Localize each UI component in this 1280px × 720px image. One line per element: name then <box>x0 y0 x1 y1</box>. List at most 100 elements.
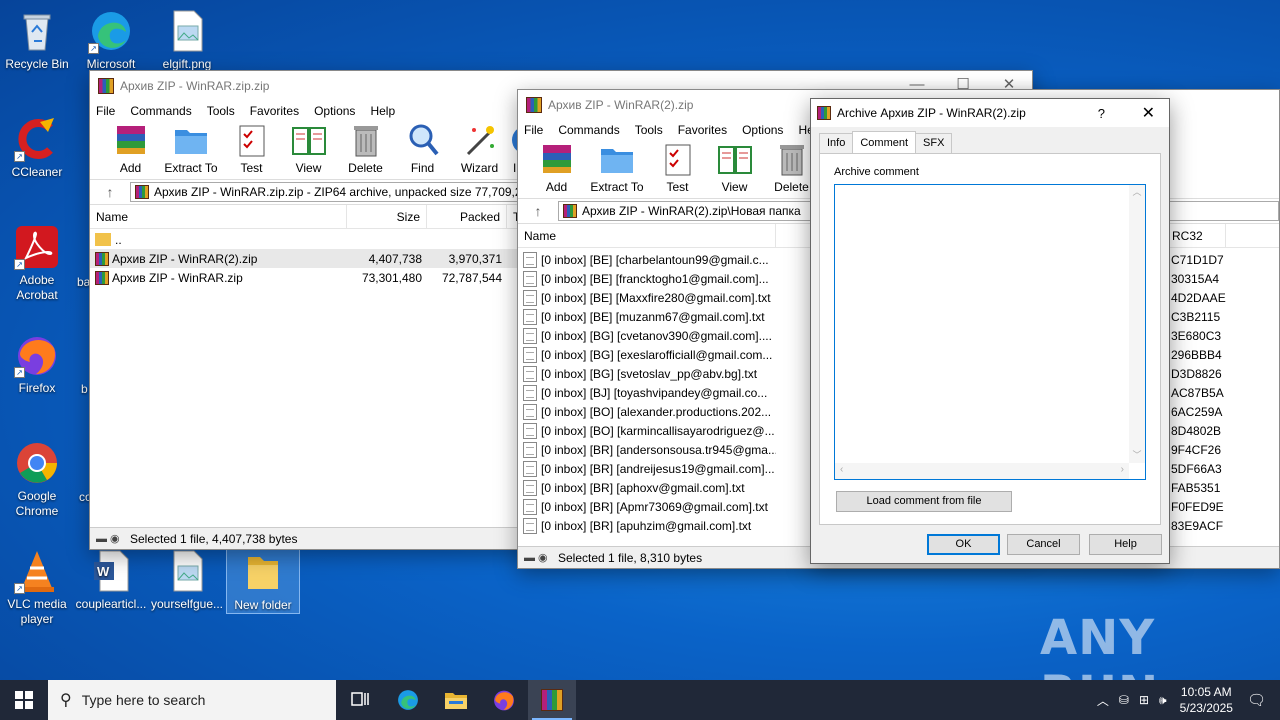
text-file-icon <box>523 251 537 268</box>
menu-favorites[interactable]: Favorites <box>250 104 299 118</box>
scroll-up-icon[interactable]: ︿ <box>1129 185 1145 198</box>
taskbar-winrar[interactable] <box>528 680 576 720</box>
desktop-icon-label: New folder <box>234 598 292 612</box>
menu-options[interactable]: Options <box>742 123 783 137</box>
edge-icon: ↗ <box>88 8 134 54</box>
desktop-icon-new-folder[interactable]: New folder <box>226 548 300 614</box>
firefox-icon: ↗ <box>14 332 60 378</box>
up-arrow-icon[interactable]: ↑ <box>90 184 130 200</box>
text-file-icon <box>523 384 537 401</box>
desktop-icon-elgift-png[interactable]: elgift.png <box>150 8 224 72</box>
svg-text:W: W <box>97 564 110 579</box>
menu-tools[interactable]: Tools <box>207 104 235 118</box>
column-name[interactable]: Name <box>90 204 347 229</box>
menu-commands[interactable]: Commands <box>130 104 191 118</box>
wizard-wand-icon <box>462 122 498 158</box>
menu-tools[interactable]: Tools <box>635 123 663 137</box>
extract-to-button[interactable]: Extract To <box>585 141 649 198</box>
add-button[interactable]: Add <box>102 122 159 179</box>
desktop-icon-adobe-acrobat[interactable]: ↗ Adobe Acrobat <box>0 224 74 303</box>
volume-icon[interactable]: 🕪 <box>1159 693 1167 708</box>
task-view-icon <box>351 692 369 706</box>
close-icon[interactable]: ✕ <box>1142 103 1155 123</box>
menu-file[interactable]: File <box>524 123 543 137</box>
shortcut-arrow-icon: ↗ <box>14 259 25 270</box>
help-icon[interactable]: ? <box>1098 106 1105 121</box>
file-name: [0 inbox] [BG] [exeslarofficiall@gmail.c… <box>541 347 773 362</box>
horizontal-scrollbar[interactable]: ‹ › <box>835 463 1129 479</box>
tab-info[interactable]: Info <box>819 133 854 153</box>
crc-value: 296BBB4 <box>1171 347 1222 362</box>
dialog-title: Archive Архив ZIP - WinRAR(2).zip <box>837 106 1026 120</box>
extract-to-button[interactable]: Extract To <box>159 122 223 179</box>
desktop-icon-ccleaner[interactable]: ↗ CCleaner <box>0 116 74 180</box>
scroll-left-icon[interactable]: ‹ <box>840 464 843 475</box>
desktop-icon-image-file[interactable]: yourselfgue... <box>150 548 224 612</box>
desktop-icon-microsoft-edge[interactable]: ↗ Microsoft <box>74 8 148 72</box>
desktop-icon-google-chrome[interactable]: Google Chrome <box>0 440 74 519</box>
menu-file[interactable]: File <box>96 104 115 118</box>
menu-commands[interactable]: Commands <box>558 123 619 137</box>
task-view-button[interactable] <box>336 680 384 720</box>
tab-sfx[interactable]: SFX <box>915 133 953 153</box>
column-packed[interactable]: Packed <box>427 204 507 229</box>
desktop-icon-firefox[interactable]: ↗ Firefox <box>0 332 74 396</box>
text-file-icon <box>523 498 537 515</box>
test-button[interactable]: Test <box>223 122 280 179</box>
add-button[interactable]: Add <box>528 141 585 198</box>
archive-properties-dialog[interactable]: Archive Архив ZIP - WinRAR(2).zip ? ✕ In… <box>810 98 1170 564</box>
windows-logo-icon <box>15 691 33 709</box>
taskbar-file-explorer[interactable] <box>432 680 480 720</box>
column-name[interactable]: Name <box>518 223 776 248</box>
menu-favorites[interactable]: Favorites <box>678 123 727 137</box>
network-drive-icon[interactable]: ⛁ <box>1119 693 1129 707</box>
desktop-icon-word-document[interactable]: W couplearticl... <box>74 548 148 612</box>
clock[interactable]: 10:05 AM 5/23/2025 <box>1180 684 1233 716</box>
network-icon[interactable]: ⊞ <box>1139 693 1149 707</box>
cancel-button[interactable]: Cancel <box>1007 534 1080 555</box>
desktop-icon-label: Adobe Acrobat <box>16 273 58 302</box>
taskbar-firefox[interactable] <box>480 680 528 720</box>
column-size[interactable]: Size <box>347 204 427 229</box>
trash-icon <box>774 141 810 177</box>
find-button[interactable]: Find <box>394 122 451 179</box>
test-button[interactable]: Test <box>649 141 706 198</box>
desktop-icon-recycle-bin[interactable]: Recycle Bin <box>0 8 74 72</box>
file-name: [0 inbox] [BJ] [toyashvipandey@gmail.co.… <box>541 385 768 400</box>
menu-options[interactable]: Options <box>314 104 355 118</box>
dialog-tabs: Info Comment SFX <box>819 131 953 153</box>
taskbar-edge[interactable] <box>384 680 432 720</box>
column-crc32[interactable]: RC32 <box>1166 223 1226 248</box>
menu-help[interactable]: Help <box>370 104 395 118</box>
crc-value: C71D1D7 <box>1171 252 1224 267</box>
view-button[interactable]: View <box>280 122 337 179</box>
vertical-scrollbar[interactable]: ︿ ﹀ <box>1129 185 1145 463</box>
text-file-icon <box>523 327 537 344</box>
start-button[interactable] <box>0 680 48 720</box>
window-title: Архив ZIP - WinRAR.zip.zip <box>120 79 270 93</box>
text-file-icon <box>523 308 537 325</box>
scroll-down-icon[interactable]: ﹀ <box>1129 448 1145 461</box>
up-arrow-icon[interactable]: ↑ <box>518 203 558 219</box>
tab-comment[interactable]: Comment <box>852 131 917 153</box>
view-button[interactable]: View <box>706 141 763 198</box>
ok-button[interactable]: OK <box>927 534 1000 555</box>
system-tray: ︿ ⛁ ⊞ 🕪 10:05 AM 5/23/2025 🗨 <box>1092 680 1280 720</box>
scroll-right-icon[interactable]: › <box>1121 464 1124 475</box>
notifications-icon[interactable]: 🗨 <box>1247 691 1266 709</box>
ccleaner-icon: ↗ <box>14 116 60 162</box>
delete-button[interactable]: Delete <box>337 122 394 179</box>
winrar-icon <box>541 689 563 711</box>
desktop-icon-vlc[interactable]: ↗ VLC media player <box>0 548 74 627</box>
taskbar-search-box[interactable]: ⚲ Type here to search <box>48 680 336 720</box>
winrar-icon <box>817 106 831 120</box>
wizard-button[interactable]: Wizard <box>451 122 508 179</box>
tray-overflow-chevron-icon[interactable]: ︿ <box>1097 692 1109 709</box>
comment-tab-panel: Archive comment ︿ ﹀ ‹ › Load comment fro… <box>819 153 1161 525</box>
help-button[interactable]: Help <box>1089 534 1162 555</box>
desktop-icon-label: couplearticl... <box>75 597 147 611</box>
crc-value: FAB5351 <box>1171 480 1221 495</box>
archive-comment-textarea[interactable]: ︿ ﹀ ‹ › <box>834 184 1146 480</box>
dialog-title-bar[interactable]: Archive Архив ZIP - WinRAR(2).zip ? ✕ <box>811 99 1169 127</box>
load-comment-button[interactable]: Load comment from file <box>836 491 1012 512</box>
